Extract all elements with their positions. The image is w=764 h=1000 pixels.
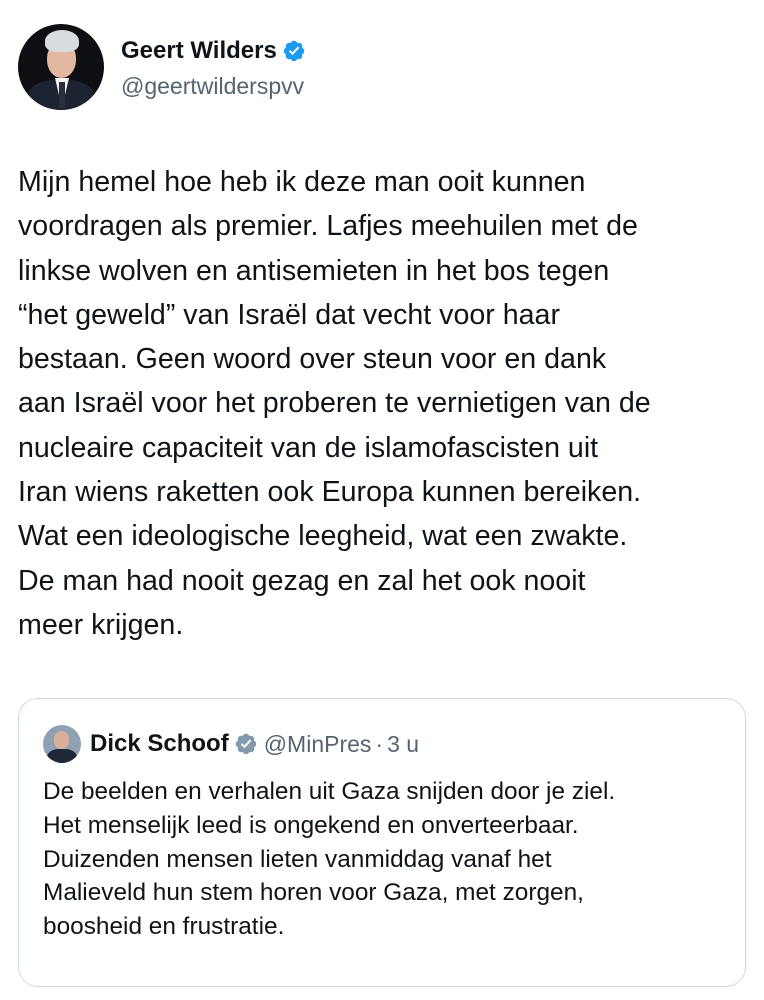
tweet-text-line: Wat een ideologische leegheid, wat een z… <box>18 520 628 553</box>
tweet[interactable]: Geert Wilders @geertwilderspvv Mijn heme… <box>0 0 764 1000</box>
quoted-author-handle[interactable]: @MinPres <box>264 731 372 758</box>
quoted-tweet-header: Dick Schoof @MinPres · 3 u <box>43 724 419 764</box>
quoted-text-line: Duizenden mensen lieten vanmiddag vanaf … <box>43 845 552 873</box>
author-row: Geert Wilders @geertwilderspvv <box>18 24 306 110</box>
tweet-text-line: aan Israël voor het proberen te vernieti… <box>18 387 651 420</box>
tweet-text-line: “het geweld” van Israël dat vecht voor h… <box>18 298 560 331</box>
quoted-author-avatar[interactable] <box>43 725 81 763</box>
tweet-text-line: Mijn hemel hoe heb ik deze man ooit kunn… <box>18 166 586 198</box>
author-names: Geert Wilders @geertwilderspvv <box>121 32 306 102</box>
author-display-name[interactable]: Geert Wilders <box>121 37 277 65</box>
quoted-text-line: De beelden en verhalen uit Gaza snijden … <box>43 778 616 805</box>
tweet-text-line: nucleaire capaciteit van de islamofascis… <box>18 431 599 464</box>
tweet-text-line: bestaan. Geen woord over steun voor en d… <box>18 343 607 376</box>
separator-dot: · <box>375 730 384 757</box>
quoted-tweet-timestamp[interactable]: 3 u <box>387 731 419 758</box>
quoted-text-line: Malieveld hun stem horen voor Gaza, met … <box>43 879 584 907</box>
tweet-text-line: voordragen als premier. Lafjes meehuilen… <box>18 210 638 243</box>
tweet-text-line: Iran wiens raketten ook Europa kunnen be… <box>18 476 642 509</box>
verified-badge-icon[interactable] <box>282 39 306 63</box>
tweet-text-line: meer krijgen. <box>18 608 184 641</box>
quoted-author-display-name[interactable]: Dick Schoof <box>90 730 229 758</box>
tweet-text-line: De man had nooit gezag en zal het ook no… <box>18 564 586 597</box>
quoted-text-line: Het menselijk leed is ongekend en onvert… <box>43 811 579 839</box>
government-badge-icon[interactable] <box>234 732 258 756</box>
quoted-text-line: boosheid en frustratie. <box>43 913 285 941</box>
author-avatar[interactable] <box>18 24 104 110</box>
author-handle[interactable]: @geertwilderspvv <box>121 70 306 102</box>
tweet-text: Mijn hemel hoe heb ik deze man ooit kunn… <box>18 160 748 647</box>
tweet-text-line: linkse wolven en antisemieten in het bos… <box>18 254 610 287</box>
quoted-tweet-card[interactable]: Dick Schoof @MinPres · 3 u De beelden en… <box>18 698 746 987</box>
quoted-tweet-text: De beelden en verhalen uit Gaza snijden … <box>43 775 733 944</box>
